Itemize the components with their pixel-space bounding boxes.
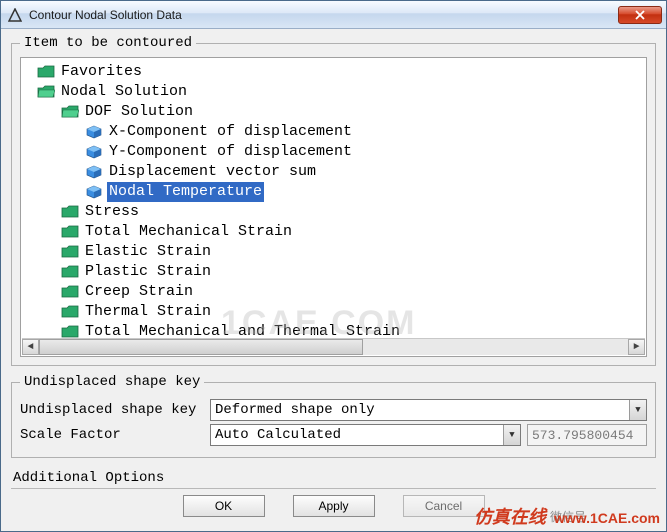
folder-icon xyxy=(61,224,79,240)
tree-item[interactable]: Y-Component of displacement xyxy=(25,142,644,162)
folder-open-icon xyxy=(61,104,79,120)
tree-item-label: Elastic Strain xyxy=(83,242,213,262)
folder-icon xyxy=(61,264,79,280)
undisplaced-shape-combo[interactable]: Deformed shape only ▼ xyxy=(210,399,647,421)
tree-item[interactable]: Stress xyxy=(25,202,644,222)
tree-item-label: Thermal Strain xyxy=(83,302,213,322)
group-item-to-be-contoured: Item to be contoured Favorites Nodal Sol… xyxy=(11,35,656,366)
cube-icon xyxy=(85,144,103,160)
tree-item[interactable]: Plastic Strain xyxy=(25,262,644,282)
additional-options-header[interactable]: Additional Options xyxy=(11,466,656,489)
tree-item[interactable]: Favorites xyxy=(25,62,644,82)
scale-factor-readonly-field xyxy=(527,424,647,446)
tree-item[interactable]: Nodal Temperature xyxy=(25,182,644,202)
tree-item-label: X-Component of displacement xyxy=(107,122,354,142)
chevron-down-icon[interactable]: ▼ xyxy=(503,425,520,445)
tree-item-label: Creep Strain xyxy=(83,282,195,302)
scale-factor-value: Auto Calculated xyxy=(215,427,341,443)
undisplaced-shape-value: Deformed shape only xyxy=(215,402,375,418)
cube-icon xyxy=(85,184,103,200)
folder-icon xyxy=(61,244,79,260)
chevron-down-icon[interactable]: ▼ xyxy=(629,400,646,420)
dialog-window: Contour Nodal Solution Data Item to be c… xyxy=(0,0,667,532)
dialog-buttons: OK Apply Cancel xyxy=(11,489,656,517)
folder-icon xyxy=(61,204,79,220)
folder-icon xyxy=(37,64,55,80)
tree-item-label: DOF Solution xyxy=(83,102,195,122)
row-undisplaced-shape: Undisplaced shape key Deformed shape onl… xyxy=(20,399,647,421)
folder-open-icon xyxy=(37,84,55,100)
tree-item[interactable]: Thermal Strain xyxy=(25,302,644,322)
tree-item[interactable]: X-Component of displacement xyxy=(25,122,644,142)
tree-item[interactable]: DOF Solution xyxy=(25,102,644,122)
undisplaced-shape-label: Undisplaced shape key xyxy=(20,402,210,418)
tree-item-label: Total Mechanical Strain xyxy=(83,222,294,242)
tree-view[interactable]: Favorites Nodal Solution DOF Solution X-… xyxy=(20,57,647,357)
tree-item[interactable]: Total Mechanical Strain xyxy=(25,222,644,242)
cancel-label: Cancel xyxy=(425,499,462,513)
app-icon xyxy=(7,7,23,23)
close-icon xyxy=(635,10,645,20)
horizontal-scrollbar[interactable]: ◄ ► xyxy=(22,338,645,355)
group-item-legend: Item to be contoured xyxy=(20,35,196,51)
close-button[interactable] xyxy=(618,6,662,24)
tree-item-label: Plastic Strain xyxy=(83,262,213,282)
additional-options-label: Additional Options xyxy=(13,470,164,486)
scale-factor-label: Scale Factor xyxy=(20,427,210,443)
folder-icon xyxy=(61,304,79,320)
cancel-button[interactable]: Cancel xyxy=(403,495,485,517)
tree-item[interactable]: Nodal Solution xyxy=(25,82,644,102)
scroll-track[interactable] xyxy=(39,339,628,355)
row-scale-factor: Scale Factor Auto Calculated ▼ xyxy=(20,424,647,446)
titlebar: Contour Nodal Solution Data xyxy=(1,1,666,29)
tree-item-label: Favorites xyxy=(59,62,144,82)
scroll-left-button[interactable]: ◄ xyxy=(22,339,39,355)
group-shape-legend: Undisplaced shape key xyxy=(20,374,204,390)
apply-label: Apply xyxy=(318,499,348,513)
cube-icon xyxy=(85,124,103,140)
ok-label: OK xyxy=(215,499,232,513)
group-undisplaced-shape-key: Undisplaced shape key Undisplaced shape … xyxy=(11,374,656,458)
window-title: Contour Nodal Solution Data xyxy=(29,8,618,22)
folder-icon xyxy=(61,284,79,300)
tree-item-label: Y-Component of displacement xyxy=(107,142,354,162)
ok-button[interactable]: OK xyxy=(183,495,265,517)
tree-item-label: Displacement vector sum xyxy=(107,162,318,182)
client-area: Item to be contoured Favorites Nodal Sol… xyxy=(1,29,666,531)
tree-item[interactable]: Elastic Strain xyxy=(25,242,644,262)
tree-item-label: Stress xyxy=(83,202,141,222)
tree-item-label: Nodal Temperature xyxy=(107,182,264,202)
tree-item[interactable]: Displacement vector sum xyxy=(25,162,644,182)
cube-icon xyxy=(85,164,103,180)
scroll-thumb[interactable] xyxy=(39,339,363,355)
scale-factor-combo[interactable]: Auto Calculated ▼ xyxy=(210,424,521,446)
tree-item[interactable]: Creep Strain xyxy=(25,282,644,302)
scroll-right-button[interactable]: ► xyxy=(628,339,645,355)
apply-button[interactable]: Apply xyxy=(293,495,375,517)
tree-item-label: Nodal Solution xyxy=(59,82,189,102)
